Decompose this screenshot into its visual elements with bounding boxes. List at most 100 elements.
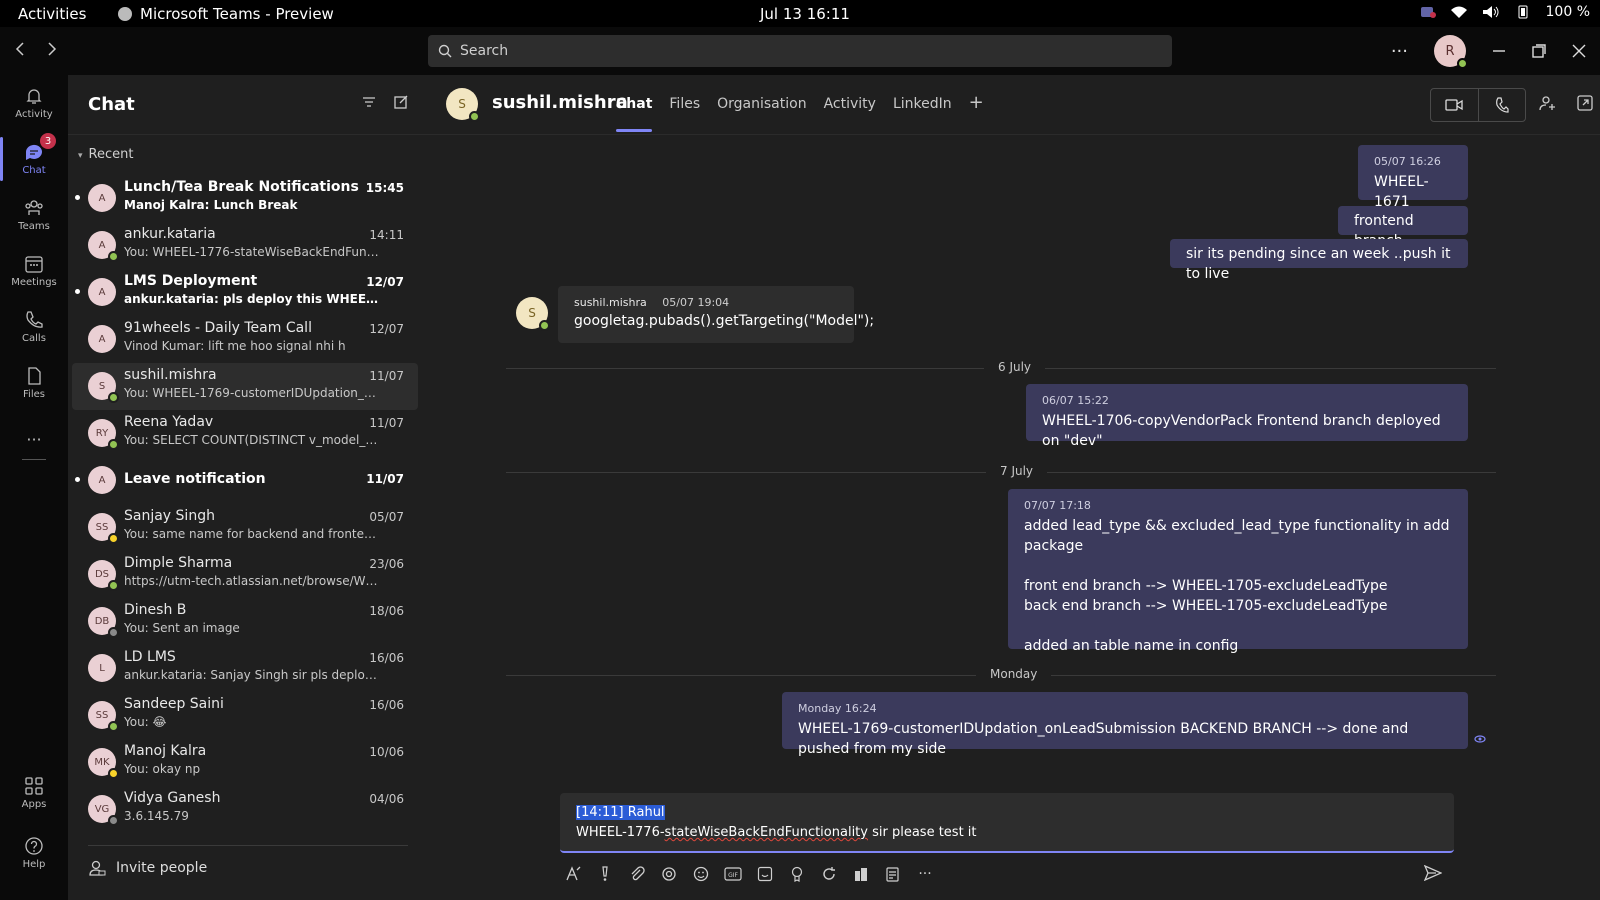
my-message[interactable]: Monday 16:24 WHEEL-1769-customerIDUpdati… — [782, 692, 1468, 757]
their-message[interactable]: sushil.mishra 05/07 19:04 googletag.puba… — [558, 286, 875, 343]
chat-time: 14:11 — [369, 228, 404, 242]
approvals-icon[interactable] — [852, 865, 870, 883]
new-chat-icon[interactable] — [394, 95, 408, 109]
profile-avatar[interactable]: R — [1434, 35, 1468, 69]
pop-out-icon[interactable] — [1577, 95, 1593, 111]
avatar-initials: A — [98, 192, 106, 204]
chat-list-item[interactable]: Aankur.kataria You: WHEEL-1776-stateWiseB… — [72, 222, 418, 269]
unread-badge: 3 — [40, 133, 56, 149]
send-button[interactable] — [1423, 864, 1443, 885]
chat-list-item[interactable]: Ssushil.mishra You: WHEEL-1769-customerID… — [72, 363, 418, 410]
back-icon[interactable] — [14, 40, 26, 58]
sticker-icon[interactable] — [756, 865, 774, 883]
search-placeholder: Search — [460, 43, 509, 59]
attach-icon[interactable] — [628, 865, 646, 883]
presence-icon — [108, 580, 119, 591]
add-people-icon[interactable] — [1539, 95, 1557, 111]
presence-available-icon — [1457, 58, 1468, 69]
forward-icon[interactable] — [46, 40, 58, 58]
svg-text:GIF: GIF — [728, 872, 738, 879]
video-call-button[interactable] — [1431, 89, 1479, 121]
minimize-icon[interactable] — [1492, 44, 1506, 58]
tab-linkedin[interactable]: LinkedIn — [893, 96, 952, 113]
chat-list-item[interactable]: SS Sandeep Saini You: 😂 16/06 — [72, 692, 418, 739]
app-name: Microsoft Teams - Preview — [140, 5, 334, 23]
forms-icon[interactable] — [884, 865, 902, 883]
sender-avatar[interactable]: S — [516, 297, 550, 331]
contact-avatar[interactable]: S — [446, 88, 480, 122]
more-actions-icon[interactable]: ··· — [916, 865, 934, 883]
tab-chat[interactable]: Chat — [616, 96, 653, 132]
wifi-icon — [1450, 6, 1467, 18]
tab-activity[interactable]: Activity — [824, 96, 876, 113]
search-input[interactable]: Search — [428, 35, 1172, 67]
rail-chat[interactable]: Chat 3 — [0, 131, 68, 187]
chat-list-item[interactable]: A 91wheels - Daily Team Call Vinod Kumar: … — [72, 316, 418, 363]
chat-name: sushil.mishra — [124, 367, 217, 383]
chat-list-item[interactable]: A Lunch/Tea Break Notifications Manoj Kalr… — [72, 175, 418, 222]
compose-text-prefix: WHEEL-1776- — [576, 825, 665, 840]
clock[interactable]: Jul 13 16:11 — [760, 5, 850, 23]
refresh-icon[interactable] — [820, 865, 838, 883]
tab-files[interactable]: Files — [669, 96, 700, 113]
chat-preview: ankur.kataria: Sanjay Singh sir pls depl… — [124, 668, 382, 682]
format-icon[interactable] — [564, 865, 582, 883]
loop-icon[interactable] — [660, 865, 678, 883]
rail-files[interactable]: Files — [0, 355, 68, 411]
chat-list-item[interactable]: SS Sanjay Singh You: same name for backend… — [72, 504, 418, 551]
rail-apps[interactable]: Apps — [0, 765, 68, 821]
apps-icon — [25, 777, 43, 795]
battery-icon — [1518, 5, 1528, 19]
chat-list-item[interactable]: A Leave notification 11/07 — [72, 457, 418, 504]
filter-icon[interactable] — [362, 95, 376, 109]
app-menu[interactable]: Microsoft Teams - Preview — [118, 5, 334, 23]
message-body: WHEEL-1769-customerIDUpdation_onLeadSubm… — [798, 721, 1409, 757]
recent-section-toggle[interactable]: ▾ Recent — [78, 147, 133, 162]
chat-name: Dimple Sharma — [124, 555, 233, 571]
my-message[interactable]: 05/07 16:26 WHEEL-1671 — [1358, 145, 1468, 210]
chat-list-item[interactable]: DB Dinesh B You: Sent an image 18/06 — [72, 598, 418, 645]
system-tray[interactable]: 100 % — [1420, 4, 1590, 20]
priority-icon[interactable] — [596, 865, 614, 883]
rail-calls[interactable]: Calls — [0, 299, 68, 355]
rail-meetings[interactable]: Meetings — [0, 243, 68, 299]
audio-call-button[interactable] — [1479, 89, 1526, 121]
my-message[interactable]: 06/07 15:22 WHEEL-1706-copyVendorPack Fr… — [1026, 384, 1468, 449]
app-bar: Activity Chat 3 Teams Meetings Calls Fil… — [0, 75, 68, 900]
chat-preview: Manoj Kalra: Lunch Break — [124, 198, 298, 212]
rail-teams[interactable]: Teams — [0, 187, 68, 243]
chat-list-item[interactable]: MK Manoj Kalra You: okay np 10/06 — [72, 739, 418, 786]
tab-organisation[interactable]: Organisation — [717, 96, 806, 113]
message-timestamp: 06/07 15:22 — [1042, 394, 1109, 407]
message-compose-box[interactable]: [14:11] Rahul WHEEL-1776-stateWiseBackEn… — [560, 793, 1454, 853]
more-options-icon[interactable]: ··· — [1391, 41, 1408, 62]
praise-icon[interactable] — [788, 865, 806, 883]
message-body: googletag.pubads().getTargeting("Model")… — [574, 313, 875, 329]
invite-people-button[interactable]: Invite people — [88, 845, 408, 876]
chat-list-item[interactable]: DS Dimple Sharma https://utm-tech.atlassia… — [72, 551, 418, 598]
teams-title-bar: Search ··· R — [0, 27, 1600, 75]
avatar-initials: A — [98, 286, 106, 298]
emoji-icon[interactable] — [692, 865, 710, 883]
my-message[interactable]: 07/07 17:18 added lead_type && excluded_… — [1008, 489, 1468, 654]
chat-list-item[interactable]: VG Vidya Ganesh 3.6.145.79 04/06 — [72, 786, 418, 833]
rail-activity[interactable]: Activity — [0, 75, 68, 131]
add-tab-icon[interactable]: + — [969, 92, 984, 113]
maximize-icon[interactable] — [1532, 44, 1546, 58]
chat-preview: You: same name for backend and frontend … — [124, 527, 382, 541]
date-divider-label: 6 July — [984, 360, 1046, 374]
my-message[interactable]: sir its pending since an week ..push it … — [1170, 239, 1468, 282]
avatar-initials: SS — [95, 709, 109, 721]
gif-icon[interactable]: GIF — [724, 865, 742, 883]
avatar-initials: DS — [94, 568, 110, 580]
rail-help[interactable]: Help — [0, 825, 68, 881]
my-message[interactable]: frontend branch — [1338, 206, 1468, 249]
chat-list-item[interactable]: L LD LMS ankur.kataria: Sanjay Singh sir p… — [72, 645, 418, 692]
chat-list-item[interactable]: RY Reena Yadav You: SELECT COUNT(DISTINCT … — [72, 410, 418, 457]
unread-dot-icon — [75, 289, 80, 294]
chat-list-item[interactable]: A LMS Deployment ankur.kataria: pls deploy… — [72, 269, 418, 316]
contact-name[interactable]: sushil.mishra — [492, 92, 628, 113]
activities-button[interactable]: Activities — [18, 5, 86, 23]
file-icon — [28, 367, 41, 385]
close-icon[interactable] — [1572, 44, 1586, 58]
